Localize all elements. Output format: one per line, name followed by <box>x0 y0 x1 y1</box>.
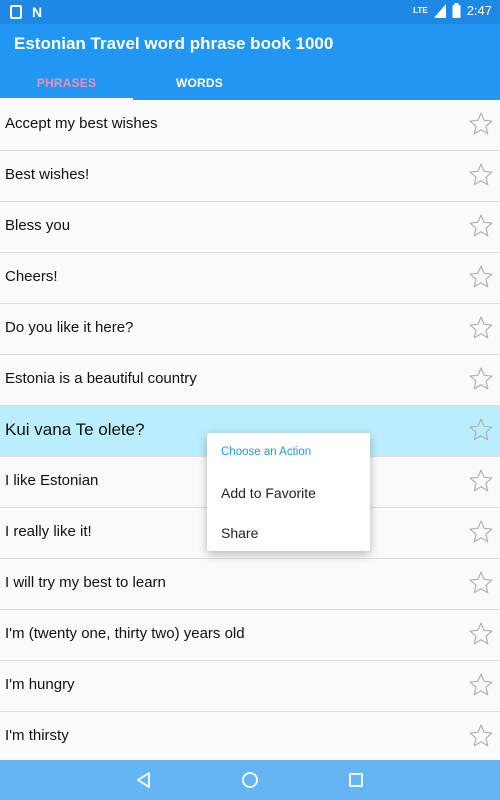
star-icon[interactable] <box>468 264 494 290</box>
tab-words[interactable]: WORDS <box>133 68 266 100</box>
list-item[interactable]: Cheers! <box>0 253 500 304</box>
phrase-list: Accept my best wishes Best wishes! Bless y… <box>0 100 500 763</box>
lte-icon: LTE <box>413 6 428 15</box>
phrase-text: Kui vana Te olete? <box>5 420 145 439</box>
star-icon[interactable] <box>468 111 494 137</box>
star-icon[interactable] <box>468 162 494 188</box>
phrase-text: Estonia is a beautiful country <box>5 370 197 387</box>
network-type: LTE <box>413 6 428 15</box>
tab-phrases[interactable]: PHRASES <box>0 68 133 100</box>
list-item[interactable]: I'm thirsty <box>0 712 500 763</box>
star-icon[interactable] <box>468 417 494 443</box>
list-item[interactable]: Do you like it here? <box>0 304 500 355</box>
phrase-text: I really like it! <box>5 523 92 540</box>
phrase-text: I like Estonian <box>5 472 99 489</box>
home-icon[interactable] <box>240 770 260 790</box>
phrase-text: I'm hungry <box>5 676 75 693</box>
navigation-bar <box>0 760 500 800</box>
clock: 2:47 <box>466 3 492 18</box>
list-item[interactable]: Accept my best wishes <box>0 100 500 151</box>
add-to-favorite-menu-item[interactable]: Add to Favorite <box>221 485 316 501</box>
star-icon[interactable] <box>468 366 494 392</box>
phrase-text: I'm (twenty one, thirty two) years old <box>5 625 245 642</box>
status-bar: N LTE 2:47 <box>0 0 500 24</box>
context-menu: Choose an Action Add to Favorite Share <box>207 433 370 551</box>
recents-icon[interactable] <box>346 770 366 790</box>
list-item[interactable]: I'm hungry <box>0 661 500 712</box>
list-item[interactable]: Bless you <box>0 202 500 253</box>
phrase-text: Do you like it here? <box>5 319 134 336</box>
list-item[interactable]: Best wishes! <box>0 151 500 202</box>
phrase-text: Cheers! <box>5 268 58 285</box>
app-title: Estonian Travel word phrase book 1000 <box>14 34 334 53</box>
star-icon[interactable] <box>468 723 494 749</box>
n-notification-icon: N <box>32 4 43 20</box>
share-menu-item[interactable]: Share <box>221 525 258 541</box>
star-icon[interactable] <box>468 621 494 647</box>
signal-icon <box>433 3 446 18</box>
back-icon[interactable] <box>134 770 154 790</box>
app-bar: Estonian Travel word phrase book 1000 PH… <box>0 24 500 100</box>
battery-icon <box>452 3 461 18</box>
star-icon[interactable] <box>468 213 494 239</box>
list-item[interactable]: I will try my best to learn <box>0 559 500 610</box>
context-menu-title: Choose an Action <box>221 446 312 458</box>
phrase-text: Accept my best wishes <box>5 115 158 132</box>
phrase-text: Best wishes! <box>5 166 90 183</box>
star-icon[interactable] <box>468 315 494 341</box>
list-item[interactable]: Estonia is a beautiful country <box>0 355 500 406</box>
notification-icon <box>10 5 22 19</box>
star-icon[interactable] <box>468 468 494 494</box>
star-icon[interactable] <box>468 672 494 698</box>
star-icon[interactable] <box>468 570 494 596</box>
star-icon[interactable] <box>468 519 494 545</box>
phrase-text: I'm thirsty <box>5 727 69 744</box>
tab-bar: PHRASES WORDS <box>0 68 500 100</box>
list-item[interactable]: I'm (twenty one, thirty two) years old <box>0 610 500 661</box>
phrase-text: Bless you <box>5 217 71 234</box>
phrase-text: I will try my best to learn <box>5 574 166 591</box>
